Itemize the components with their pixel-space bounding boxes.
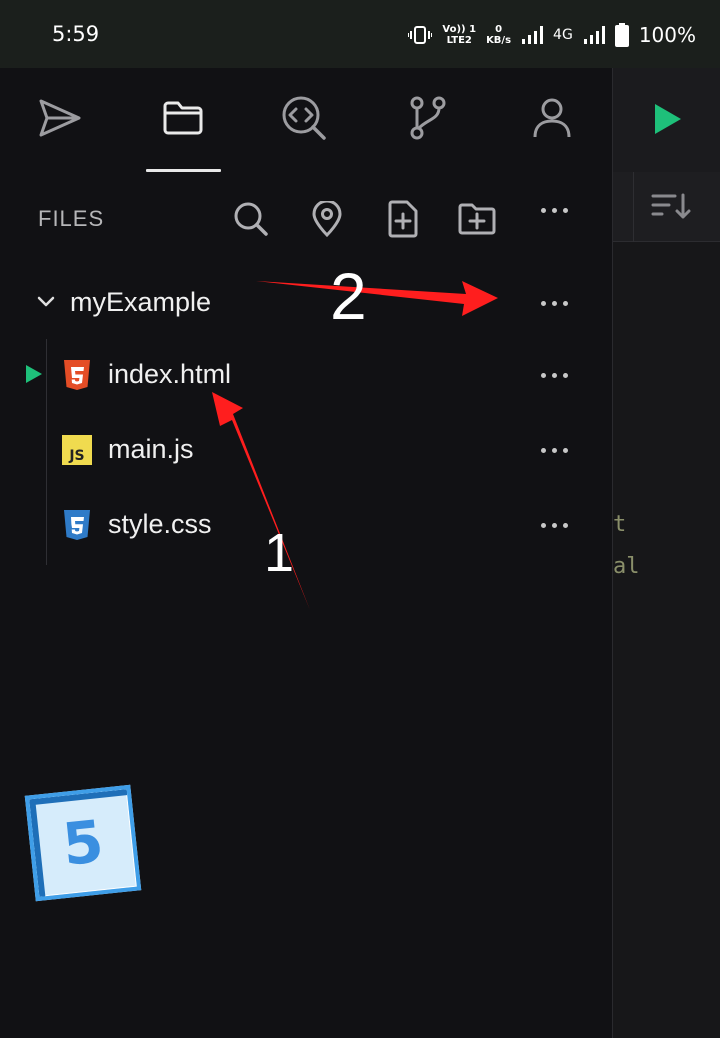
annotation-label-1: 1 — [264, 523, 295, 583]
html5-icon — [64, 360, 90, 390]
nav-account[interactable] — [522, 90, 582, 146]
css3-icon — [64, 510, 90, 540]
file-row[interactable]: index.html — [0, 347, 612, 403]
file-menu-button[interactable] — [528, 355, 580, 395]
status-time: 5:59 — [52, 22, 100, 46]
vibrate-icon — [408, 26, 433, 44]
nav-git[interactable] — [398, 90, 458, 146]
nav-send[interactable] — [30, 90, 90, 146]
annotation-label-2: 2 — [330, 259, 367, 333]
location-pin-icon — [312, 201, 342, 237]
file-name: style.css — [108, 509, 212, 539]
status-bar: 5:59 Vo)) 1 LTE2 0 KB/s 4G 100% — [0, 0, 720, 68]
nav-files[interactable] — [153, 90, 213, 146]
files-header: FILES — [0, 184, 612, 254]
code-search-icon — [282, 96, 326, 140]
separator — [633, 172, 634, 242]
battery-level: 100% — [638, 23, 696, 47]
javascript-icon: JS — [62, 435, 92, 465]
chevron-down-icon — [37, 296, 55, 307]
folder-icon — [163, 101, 203, 135]
folder-menu-button[interactable] — [528, 283, 580, 323]
editor-area: t al — [612, 68, 720, 1038]
new-folder-icon — [458, 203, 496, 235]
folder-row[interactable]: myExample — [0, 275, 612, 331]
search-files-button[interactable] — [226, 194, 276, 244]
data-speed: 0 KB/s — [486, 24, 512, 46]
step-badge: 5 — [24, 784, 142, 902]
battery-icon — [614, 23, 629, 47]
step-badge-number: 5 — [59, 807, 107, 879]
nav-code-search[interactable] — [274, 90, 334, 146]
file-menu-button[interactable] — [528, 505, 580, 545]
running-indicator-icon — [26, 365, 42, 383]
file-row[interactable]: JS main.js — [0, 422, 612, 478]
files-title: FILES — [38, 206, 105, 231]
git-branch-icon — [410, 96, 446, 140]
search-icon — [234, 202, 268, 236]
file-row[interactable]: style.css — [0, 497, 612, 553]
active-tab-indicator — [146, 169, 221, 172]
drawer-nav — [0, 68, 612, 172]
locate-file-button[interactable] — [302, 194, 352, 244]
file-name: main.js — [108, 434, 194, 464]
sort-icon[interactable] — [651, 192, 691, 222]
network-type: 4G — [553, 27, 573, 43]
run-icon[interactable] — [653, 102, 683, 136]
volte-indicator: Vo)) 1 LTE2 — [442, 24, 477, 46]
code-fragment: t — [613, 512, 627, 537]
signal-icon-2 — [583, 26, 605, 44]
send-icon — [39, 99, 81, 137]
new-file-icon — [388, 200, 418, 238]
new-folder-button[interactable] — [452, 194, 502, 244]
new-file-button[interactable] — [378, 194, 428, 244]
svg-text:JS: JS — [68, 448, 84, 464]
user-icon — [533, 98, 571, 138]
file-name: index.html — [108, 359, 232, 389]
more-icon[interactable] — [528, 190, 580, 230]
signal-icon — [522, 26, 544, 44]
status-indicators: Vo)) 1 LTE2 0 KB/s 4G 100% — [408, 20, 696, 50]
code-fragment: al — [613, 554, 640, 579]
editor-subbar — [613, 172, 720, 242]
editor-toolbar — [613, 68, 720, 172]
file-menu-button[interactable] — [528, 430, 580, 470]
folder-name: myExample — [70, 287, 212, 317]
